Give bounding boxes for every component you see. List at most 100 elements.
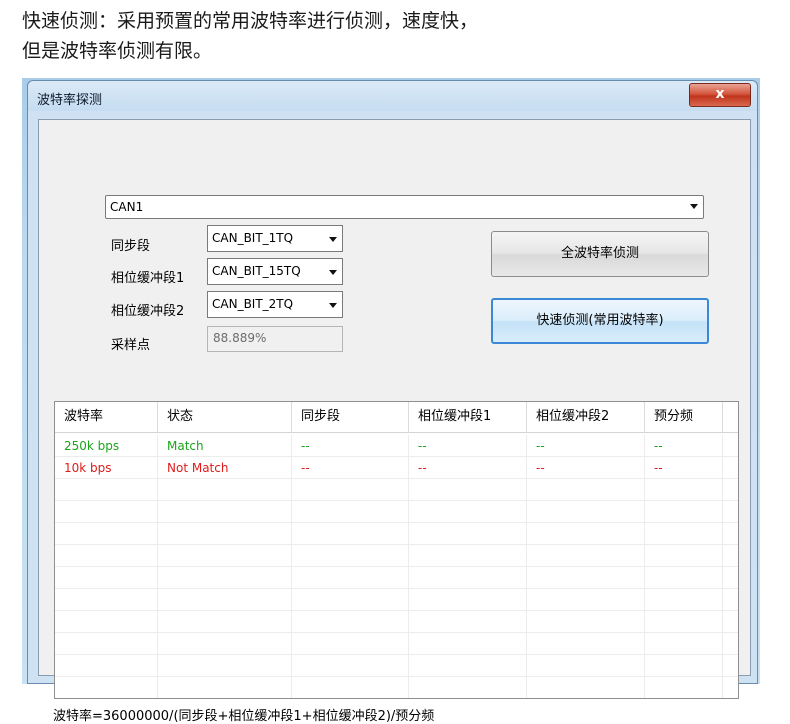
baud-formula: 波特率=36000000/(同步段+相位缓冲段1+相位缓冲段2)/预分频 bbox=[53, 709, 435, 724]
phase-buffer-1-select[interactable]: CAN_BIT_15TQ bbox=[207, 258, 343, 285]
empty-cell bbox=[55, 677, 158, 698]
empty-cell bbox=[55, 589, 158, 611]
empty-cell bbox=[409, 545, 527, 567]
close-icon: x bbox=[715, 86, 725, 102]
empty-cell bbox=[527, 501, 645, 523]
column-header[interactable]: 相位缓冲段1 bbox=[409, 402, 527, 432]
empty-cell bbox=[645, 501, 723, 523]
title-bar[interactable]: 波特率探测 x bbox=[28, 81, 757, 111]
empty-cell bbox=[527, 479, 645, 501]
empty-cell bbox=[409, 677, 527, 698]
empty-cell bbox=[409, 501, 527, 523]
empty-table-row bbox=[55, 523, 738, 545]
empty-cell bbox=[55, 545, 158, 567]
chevron-down-icon bbox=[329, 303, 337, 308]
sample-point-value: 88.889% bbox=[213, 331, 267, 345]
empty-cell bbox=[645, 611, 723, 633]
empty-cell bbox=[409, 567, 527, 589]
channel-select-value: CAN1 bbox=[110, 200, 144, 214]
empty-cell bbox=[292, 545, 409, 567]
empty-cell bbox=[292, 633, 409, 655]
empty-table-row bbox=[55, 589, 738, 611]
sync-seg-label: 同步段 bbox=[111, 239, 151, 254]
empty-cell bbox=[527, 655, 645, 677]
empty-cell bbox=[292, 567, 409, 589]
caption-line-1: 快速侦测：采用预置的常用波特率进行侦测，速度快， bbox=[22, 10, 479, 32]
empty-cell bbox=[527, 523, 645, 545]
empty-cell bbox=[55, 567, 158, 589]
sync-seg-select[interactable]: CAN_BIT_1TQ bbox=[207, 225, 343, 252]
empty-cell bbox=[527, 589, 645, 611]
cell-baud: 250k bps bbox=[55, 435, 158, 457]
empty-table-row bbox=[55, 501, 738, 523]
empty-cell bbox=[55, 633, 158, 655]
empty-cell bbox=[645, 479, 723, 501]
sample-point-field: 88.889% bbox=[207, 326, 343, 352]
empty-cell bbox=[158, 479, 292, 501]
cell-prescaler: -- bbox=[645, 457, 723, 479]
empty-table-row bbox=[55, 677, 738, 698]
empty-cell bbox=[527, 611, 645, 633]
empty-cell bbox=[55, 655, 158, 677]
table-header: 波特率 状态 同步段 相位缓冲段1 相位缓冲段2 预分频 bbox=[55, 402, 738, 433]
caption-line-2: 但是波特率侦测有限。 bbox=[22, 40, 213, 62]
table-row[interactable]: 10k bps Not Match -- -- -- -- bbox=[55, 457, 738, 479]
quick-detect-button[interactable]: 快速侦测(常用波特率) bbox=[491, 298, 709, 344]
empty-cell bbox=[55, 479, 158, 501]
cell-baud: 10k bps bbox=[55, 457, 158, 479]
empty-table-row bbox=[55, 611, 738, 633]
phase-buffer-2-label: 相位缓冲段2 bbox=[111, 304, 185, 319]
cell-status: Match bbox=[158, 435, 292, 457]
cell-status: Not Match bbox=[158, 457, 292, 479]
empty-cell bbox=[645, 655, 723, 677]
cell-pb1: -- bbox=[409, 457, 527, 479]
empty-table-row bbox=[55, 633, 738, 655]
empty-cell bbox=[527, 567, 645, 589]
empty-cell bbox=[409, 611, 527, 633]
empty-cell bbox=[158, 589, 292, 611]
cell-sync: -- bbox=[292, 435, 409, 457]
baud-rate-detect-window: 波特率探测 x CAN1 同步段 CAN_BIT_1TQ 相位缓冲段1 CAN_… bbox=[27, 80, 758, 724]
empty-cell bbox=[55, 611, 158, 633]
phase-buffer-1-label: 相位缓冲段1 bbox=[111, 271, 185, 286]
chevron-down-icon bbox=[329, 270, 337, 275]
empty-cell bbox=[645, 677, 723, 698]
table-row[interactable]: 250k bps Match -- -- -- -- bbox=[55, 435, 738, 457]
column-header[interactable]: 波特率 bbox=[55, 402, 158, 432]
empty-cell bbox=[292, 611, 409, 633]
empty-cell bbox=[292, 589, 409, 611]
empty-table-row bbox=[55, 479, 738, 501]
empty-cell bbox=[292, 677, 409, 698]
column-header[interactable]: 相位缓冲段2 bbox=[527, 402, 645, 432]
empty-cell bbox=[645, 523, 723, 545]
channel-select[interactable]: CAN1 bbox=[105, 195, 704, 219]
empty-cell bbox=[158, 567, 292, 589]
empty-cell bbox=[292, 479, 409, 501]
full-baud-detect-button[interactable]: 全波特率侦测 bbox=[491, 231, 709, 277]
full-baud-detect-label: 全波特率侦测 bbox=[560, 246, 639, 261]
empty-cell bbox=[645, 589, 723, 611]
chevron-down-icon bbox=[329, 237, 337, 242]
empty-cell bbox=[645, 567, 723, 589]
column-header[interactable]: 同步段 bbox=[292, 402, 409, 432]
empty-cell bbox=[158, 545, 292, 567]
column-header[interactable]: 状态 bbox=[158, 402, 292, 432]
empty-cell bbox=[409, 655, 527, 677]
empty-cell bbox=[527, 633, 645, 655]
chevron-down-icon bbox=[690, 204, 698, 209]
empty-cell bbox=[292, 501, 409, 523]
empty-cell bbox=[158, 611, 292, 633]
close-button[interactable]: x bbox=[689, 83, 751, 107]
empty-cell bbox=[409, 633, 527, 655]
empty-cell bbox=[409, 589, 527, 611]
empty-cell bbox=[527, 545, 645, 567]
window-title: 波特率探测 bbox=[37, 93, 103, 108]
empty-cell bbox=[158, 633, 292, 655]
column-header[interactable]: 预分频 bbox=[645, 402, 723, 432]
cell-pb2: -- bbox=[527, 457, 645, 479]
empty-cell bbox=[158, 523, 292, 545]
phase-buffer-2-select[interactable]: CAN_BIT_2TQ bbox=[207, 291, 343, 318]
cell-sync: -- bbox=[292, 457, 409, 479]
empty-table-row bbox=[55, 545, 738, 567]
result-table[interactable]: 波特率 状态 同步段 相位缓冲段1 相位缓冲段2 预分频 250k bps Ma… bbox=[54, 401, 739, 699]
